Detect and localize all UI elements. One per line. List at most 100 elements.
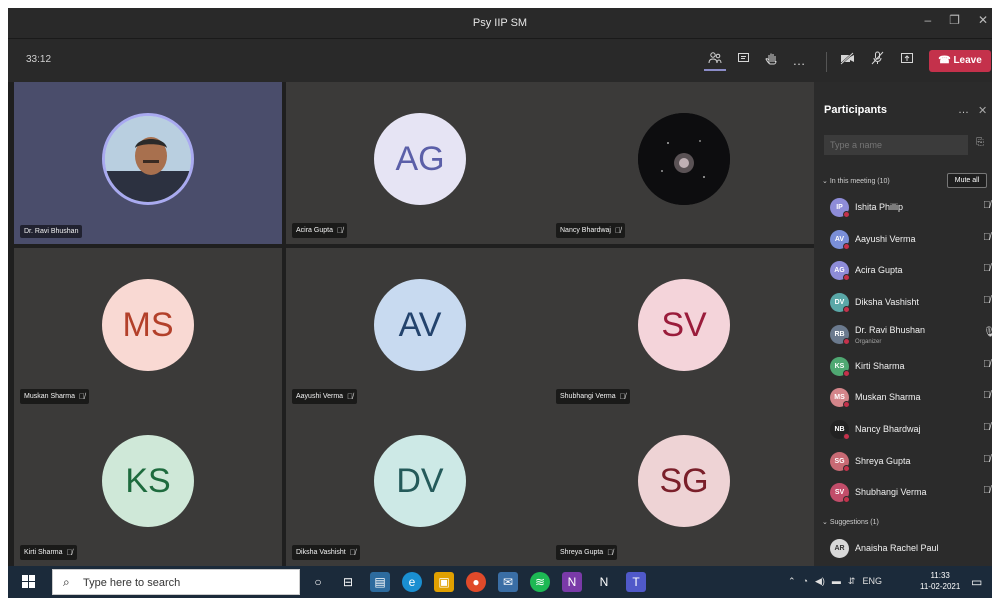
mic-off-icon: 🎙̸ (347, 392, 354, 401)
maximize-button[interactable]: ❐ (949, 13, 960, 27)
participant-name: Shreya Gupta (560, 549, 604, 556)
windows-start-button[interactable] (22, 575, 35, 591)
task-view-icon[interactable]: ⊟ (338, 572, 358, 592)
video-tile[interactable]: DV Diksha Vashisht 🎙̸ (286, 404, 554, 566)
participant-name: Muskan Sharma (24, 393, 75, 400)
avatar: MS (102, 279, 194, 371)
notion-icon[interactable]: N (594, 572, 614, 592)
raise-hand-button[interactable] (760, 51, 782, 71)
wifi-icon[interactable]: ◔ (803, 576, 808, 587)
teams-icon[interactable]: T (626, 572, 646, 592)
participant-search-input[interactable] (824, 135, 968, 155)
title-bar: Psy IIP SM – ❐ ✕ (8, 8, 992, 38)
taskbar-search-placeholder: Type here to search (83, 577, 181, 589)
edge-icon[interactable]: e (402, 572, 422, 592)
mic-off-icon: 🎙̸ (619, 392, 626, 401)
close-button[interactable]: ✕ (978, 13, 988, 27)
share-invite-icon[interactable]: ⎘ (976, 137, 984, 148)
avatar: AR (830, 539, 849, 558)
volume-icon[interactable]: ◀) (815, 576, 825, 587)
mic-off-icon[interactable]: 🎙̸ (983, 485, 991, 496)
network-icon[interactable]: ⇵ (848, 576, 856, 587)
panel-close-button[interactable]: ✕ (978, 104, 987, 117)
participant-row[interactable]: DV Diksha Vashisht 🎙̸ (822, 291, 992, 315)
taskbar-search-box[interactable]: ⌕ Type here to search (52, 569, 300, 595)
name-tag: Dr. Ravi Bhushan (20, 225, 83, 238)
participant-row[interactable]: IP Ishita Phillip 🎙̸ (822, 196, 992, 220)
participants-button[interactable] (704, 51, 726, 71)
participant-name: Acira Gupta (296, 227, 333, 234)
search-icon: ⌕ (63, 575, 70, 589)
panel-more-button[interactable]: … (958, 104, 969, 116)
participant-row[interactable]: NB Nancy Bhardwaj 🎙̸ (822, 418, 992, 442)
video-tile[interactable]: SG Shreya Gupta 🎙̸ (550, 404, 818, 566)
toolbar-divider (826, 52, 827, 72)
video-tile[interactable]: KS Kirti Sharma 🎙̸ (14, 404, 282, 566)
participant-name: Nancy Bhardwaj (560, 227, 611, 234)
people-icon (708, 52, 722, 64)
mic-off-icon[interactable]: 🎙̸ (983, 232, 991, 243)
mic-on-icon[interactable]: 🎙 (983, 327, 992, 338)
chat-button[interactable] (732, 51, 754, 71)
presence-dot (843, 242, 850, 250)
camera-toggle-button[interactable] (836, 51, 858, 71)
participant-name: Shubhangi Verma (855, 487, 927, 498)
notification-center-icon[interactable]: ▭ (971, 575, 982, 589)
onenote-icon[interactable]: N (562, 572, 582, 592)
name-tag: Diksha Vashisht 🎙̸ (292, 545, 360, 560)
presence-dot (843, 211, 850, 218)
more-actions-button[interactable]: … (788, 51, 810, 71)
avatar: KS (102, 435, 194, 527)
mic-off-icon[interactable]: 🎙̸ (983, 422, 991, 433)
suggestion-row[interactable]: AR Anaisha Rachel Paul (822, 537, 992, 561)
participant-role: Organizer (855, 338, 882, 345)
participant-row[interactable]: KS Kirti Sharma 🎙̸ (822, 355, 992, 379)
spotify-icon[interactable]: ≋ (530, 572, 550, 592)
mic-off-icon[interactable]: 🎙̸ (983, 295, 991, 306)
chevron-up-icon[interactable]: ⌃ (788, 576, 796, 587)
suggestions-section-header[interactable]: ⌄ Suggestions (1) (822, 518, 879, 526)
video-tile[interactable]: Nancy Bhardwaj 🎙̸ (550, 82, 818, 244)
mute-all-button[interactable]: Mute all (947, 173, 987, 188)
presence-dot (843, 369, 850, 377)
mic-off-icon[interactable]: 🎙̸ (983, 454, 991, 465)
mic-off-icon[interactable]: 🎙̸ (983, 200, 991, 211)
language-indicator[interactable]: ENG (862, 576, 882, 587)
avatar: AG (374, 113, 466, 205)
video-tile[interactable]: Dr. Ravi Bhushan (14, 82, 282, 244)
chrome-icon[interactable]: ● (466, 572, 486, 592)
battery-icon[interactable]: ▬ (832, 576, 841, 587)
leave-button[interactable]: ☎ Leave (929, 50, 991, 72)
person-photo-icon (105, 116, 191, 202)
share-tray-icon (901, 53, 913, 63)
video-tile[interactable]: SV Shubhangi Verma 🎙̸ (550, 248, 818, 410)
chevron-down-icon: ⌄ (822, 178, 830, 185)
file-explorer-icon[interactable]: ▤ (370, 572, 390, 592)
mic-off-icon[interactable]: 🎙̸ (983, 390, 991, 401)
system-tray: ⌃ ◔ ◀) ▬ ⇵ ENG (788, 576, 882, 587)
mail-icon[interactable]: ✉ (498, 572, 518, 592)
taskbar-clock[interactable]: 11:33 11-02-2021 (920, 570, 960, 592)
mic-off-icon[interactable]: 🎙̸ (983, 359, 991, 370)
cortana-icon[interactable]: ○ (308, 572, 328, 592)
participant-name: Muskan Sharma (855, 392, 921, 403)
share-content-button[interactable] (896, 51, 918, 71)
in-meeting-section-header[interactable]: ⌄ In this meeting (10) (822, 177, 890, 185)
participant-name: Dr. Ravi Bhushan (24, 228, 79, 235)
store-icon[interactable]: ▣ (434, 572, 454, 592)
avatar: SG (638, 435, 730, 527)
participant-row[interactable]: SV Shubhangi Verma 🎙̸ (822, 481, 992, 505)
participant-name: Aayushi Verma (855, 233, 916, 244)
participant-row[interactable]: AG Acira Gupta 🎙̸ (822, 259, 992, 283)
participant-row[interactable]: RB Dr. Ravi Bhushan Organizer 🎙 (822, 323, 992, 347)
video-tile[interactable]: MS Muskan Sharma 🎙̸ (14, 248, 282, 410)
mic-toggle-button[interactable] (866, 51, 888, 71)
video-tile[interactable]: AV Aayushi Verma 🎙̸ (286, 248, 554, 410)
mic-off-icon[interactable]: 🎙̸ (983, 263, 991, 274)
video-grid: Dr. Ravi Bhushan AG Acira Gupta 🎙̸ Nancy … (14, 82, 818, 566)
participant-row[interactable]: SG Shreya Gupta 🎙̸ (822, 450, 992, 474)
video-tile[interactable]: AG Acira Gupta 🎙̸ (286, 82, 554, 244)
participant-row[interactable]: MS Muskan Sharma 🎙̸ (822, 386, 992, 410)
minimize-button[interactable]: – (924, 13, 931, 27)
participant-row[interactable]: AV Aayushi Verma 🎙̸ (822, 228, 992, 252)
